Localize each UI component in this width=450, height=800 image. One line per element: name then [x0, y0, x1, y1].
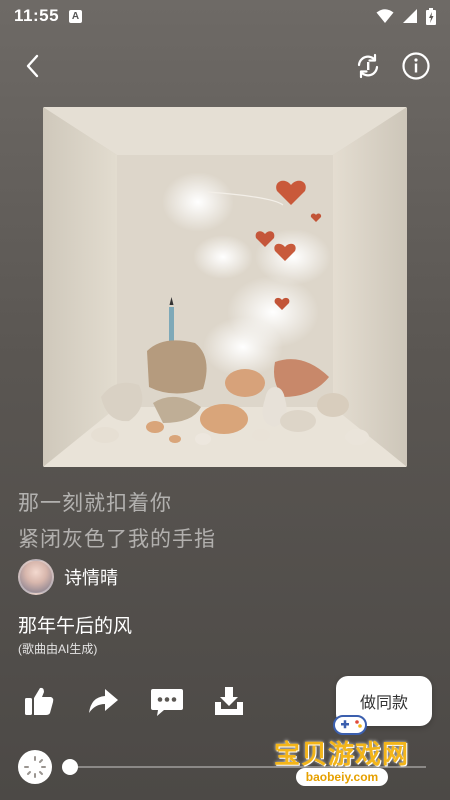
lyric-line: 紧闭灰色了我的手指 — [18, 528, 216, 551]
info-button[interactable] — [400, 50, 432, 82]
progress-track[interactable] — [70, 766, 426, 768]
player-bar — [0, 748, 450, 788]
notification-icon: A — [69, 9, 83, 23]
refresh-button[interactable] — [352, 50, 384, 82]
status-time: 11:55 — [14, 6, 60, 25]
download-icon — [215, 687, 243, 715]
artist-row[interactable]: 诗情晴 — [18, 559, 118, 595]
back-arrow-icon — [26, 54, 39, 78]
progress-thumb[interactable] — [62, 759, 78, 775]
like-button[interactable] — [22, 684, 56, 718]
play-button[interactable] — [18, 750, 52, 784]
top-bar — [0, 46, 450, 86]
battery-icon — [426, 7, 436, 25]
info-icon — [402, 52, 430, 80]
thumbs-up-icon — [25, 687, 54, 715]
refresh-icon — [357, 53, 379, 79]
avatar[interactable] — [18, 559, 54, 595]
signal-icon — [403, 9, 417, 23]
back-button[interactable] — [18, 50, 50, 82]
lyric-line: 那一刻就扣着你 — [18, 492, 172, 515]
artist-name[interactable]: 诗情晴 — [64, 564, 118, 590]
cover-art — [43, 107, 407, 467]
share-button[interactable] — [86, 684, 120, 718]
loading-spinner-icon — [24, 756, 46, 778]
comment-button[interactable] — [150, 684, 184, 718]
status-bar: 11:55 A — [0, 0, 450, 32]
status-icons — [376, 7, 436, 25]
download-button[interactable] — [212, 684, 246, 718]
song-note: (歌曲由AI生成) — [18, 642, 98, 656]
wifi-icon — [376, 9, 394, 23]
cover-illustration — [43, 107, 407, 467]
share-arrow-icon — [89, 689, 118, 713]
comment-icon — [151, 689, 183, 716]
song-title: 那年午后的风 — [18, 616, 133, 637]
